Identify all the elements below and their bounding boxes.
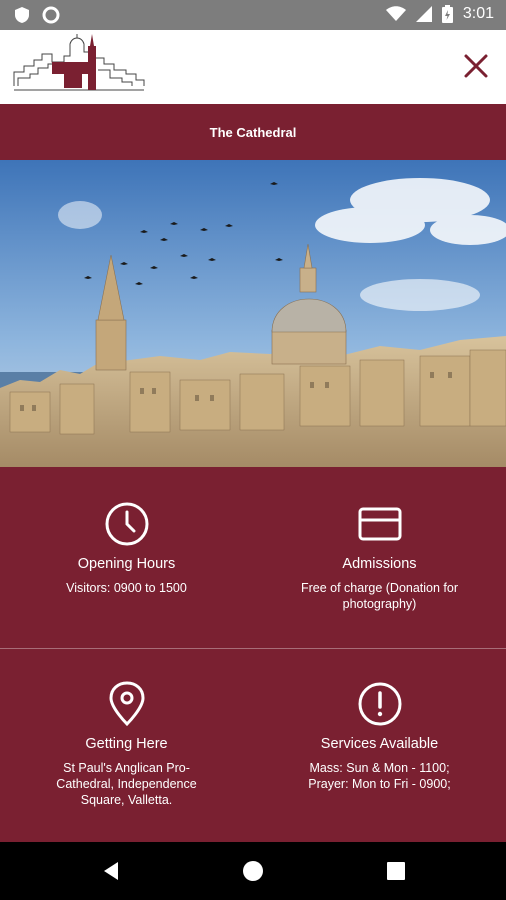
- battery-icon: [441, 5, 453, 23]
- status-bar: 3:01: [0, 0, 506, 30]
- exclamation-icon: [358, 682, 401, 726]
- home-icon[interactable]: [241, 859, 265, 883]
- admissions-card: Admissions Free of charge (Donation for …: [253, 500, 506, 612]
- wifi-icon: [385, 6, 406, 21]
- signal-icon: [415, 6, 432, 22]
- info-grid: Opening Hours Visitors: 0900 to 1500 Adm…: [0, 467, 506, 842]
- system-nav-bar: [0, 842, 506, 900]
- title-bar: The Cathedral: [0, 104, 506, 160]
- card-text: Free of charge (Donation for photography…: [300, 581, 459, 611]
- app-header: [0, 30, 506, 104]
- getting-here-card: Getting Here St Paul's Anglican Pro-Cath…: [0, 680, 253, 808]
- card-text: St Paul's Anglican Pro-Cathedral, Indepe…: [56, 761, 197, 807]
- location-pin-icon: [108, 681, 145, 727]
- valletta-skyline-photo: [0, 160, 506, 467]
- card-title: Getting Here: [85, 736, 168, 752]
- clock-icon: [105, 502, 148, 546]
- card-title: Opening Hours: [77, 556, 176, 572]
- services-card: Services Available Mass: Sun & Mon - 110…: [253, 680, 506, 792]
- card-text: Mass: Sun & Mon - 1100; Prayer: Mon to F…: [308, 761, 451, 791]
- shield-icon: [15, 7, 29, 23]
- card-text: Visitors: 0900 to 1500: [66, 581, 187, 595]
- cathedral-skyline-logo: [13, 34, 145, 91]
- status-time: 3:01: [462, 5, 494, 22]
- row-divider: [0, 648, 506, 649]
- close-icon[interactable]: [462, 52, 490, 80]
- page-title: The Cathedral: [209, 124, 297, 140]
- opening-hours-card: Opening Hours Visitors: 0900 to 1500: [0, 500, 253, 596]
- back-icon[interactable]: [100, 859, 124, 883]
- card-title: Admissions: [342, 556, 417, 572]
- recents-icon[interactable]: [384, 859, 408, 883]
- circle-icon: [42, 6, 60, 24]
- card-title: Services Available: [320, 736, 439, 752]
- credit-card-icon: [358, 507, 401, 541]
